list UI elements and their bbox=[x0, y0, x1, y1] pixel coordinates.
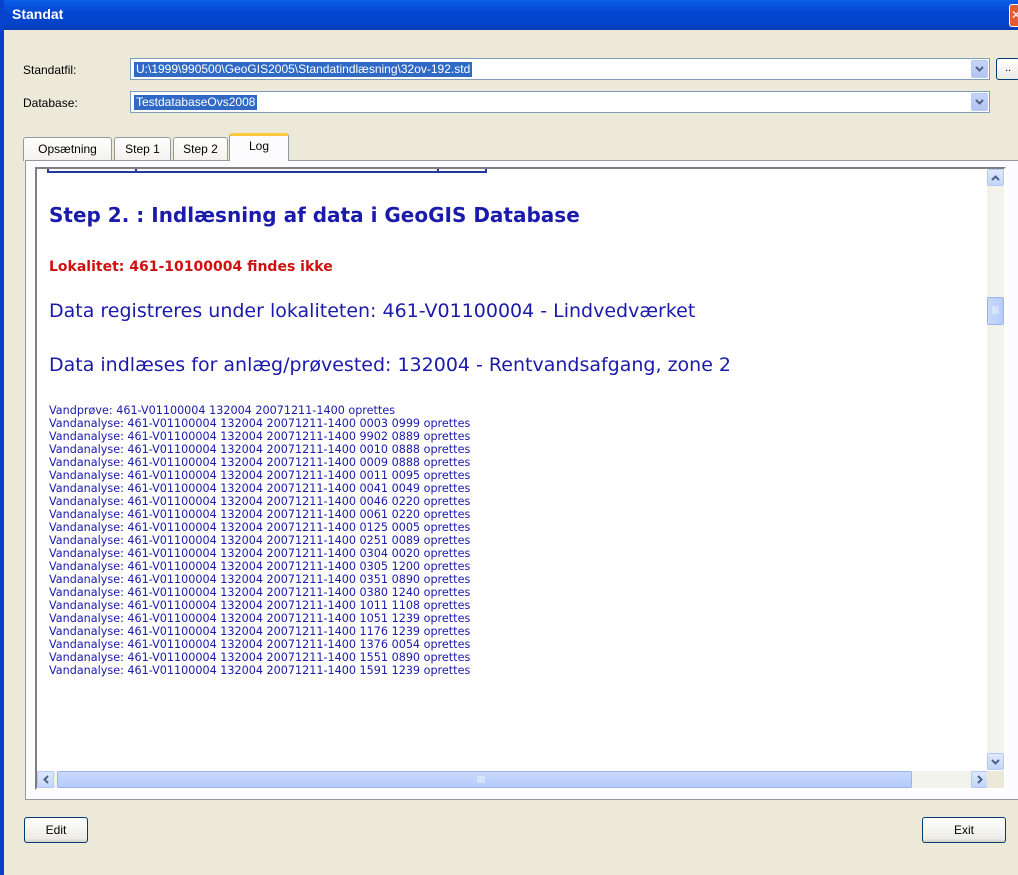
scroll-up-button[interactable] bbox=[987, 169, 1004, 186]
standatfil-combo[interactable]: U:\1999\990500\GeoGIS2005\Standatindlæsn… bbox=[130, 58, 990, 80]
log-entry: Vandanalyse: 461-V01100004 132004 200712… bbox=[49, 521, 471, 534]
exit-button[interactable]: Exit bbox=[922, 817, 1006, 843]
vertical-scroll-thumb[interactable] bbox=[987, 297, 1004, 325]
log-site-line: Data indlæses for anlæg/prøvested: 13200… bbox=[49, 354, 732, 376]
log-entry: Vandanalyse: 461-V01100004 132004 200712… bbox=[49, 508, 471, 521]
scrollbar-corner bbox=[987, 771, 1004, 788]
database-label: Database: bbox=[23, 96, 78, 110]
log-entries: Vandprøve: 461-V01100004 132004 20071211… bbox=[49, 404, 470, 677]
arrow-up-icon bbox=[991, 174, 1000, 181]
log-entry: Vandanalyse: 461-V01100004 132004 200712… bbox=[49, 651, 471, 664]
log-entry: Vandanalyse: 461-V01100004 132004 200712… bbox=[49, 495, 471, 508]
log-entry: Vandanalyse: 461-V01100004 132004 200712… bbox=[49, 586, 471, 599]
log-entry: Vandanalyse: 461-V01100004 132004 200712… bbox=[49, 534, 471, 547]
arrow-right-icon bbox=[976, 775, 983, 784]
log-entry: Vandanalyse: 461-V01100004 132004 200712… bbox=[49, 482, 471, 495]
edit-button[interactable]: Edit bbox=[24, 817, 88, 843]
title-bar[interactable]: Standat ✕ bbox=[4, 0, 1018, 30]
log-entry: Vandanalyse: 461-V01100004 132004 200712… bbox=[49, 469, 471, 482]
database-dropdown-button[interactable] bbox=[971, 93, 988, 111]
log-content: Step 2. : Indlæsning af data i GeoGIS Da… bbox=[37, 169, 988, 770]
log-entry: Vandanalyse: 461-V01100004 132004 200712… bbox=[49, 573, 471, 586]
table-border-remnant bbox=[47, 169, 487, 173]
log-entry: Vandanalyse: 461-V01100004 132004 200712… bbox=[49, 612, 471, 625]
tab-opsaetning[interactable]: Opsætning bbox=[23, 137, 112, 161]
scroll-down-button[interactable] bbox=[987, 753, 1004, 770]
arrow-down-icon bbox=[991, 758, 1000, 765]
log-entry: Vandanalyse: 461-V01100004 132004 200712… bbox=[49, 430, 471, 443]
standatfil-value: U:\1999\990500\GeoGIS2005\Standatindlæsn… bbox=[134, 62, 473, 77]
log-entry: Vandanalyse: 461-V01100004 132004 200712… bbox=[49, 599, 471, 612]
log-view[interactable]: Step 2. : Indlæsning af data i GeoGIS Da… bbox=[35, 167, 1006, 790]
standatfil-label: Standatfil: bbox=[23, 63, 77, 77]
standat-window: Standat ✕ Standatfil: U:\1999\990500\Geo… bbox=[0, 0, 1018, 875]
log-locality-line: Data registreres under lokaliteten: 461-… bbox=[49, 300, 696, 322]
log-entry: Vandanalyse: 461-V01100004 132004 200712… bbox=[49, 664, 471, 677]
log-entry: Vandanalyse: 461-V01100004 132004 200712… bbox=[49, 638, 471, 651]
tab-step-2[interactable]: Step 2 bbox=[173, 137, 228, 161]
window-title: Standat bbox=[12, 6, 64, 22]
database-combo[interactable]: TestdatabaseOvs2008 bbox=[130, 91, 990, 113]
grip-icon bbox=[992, 306, 999, 314]
log-entry: Vandprøve: 461-V01100004 132004 20071211… bbox=[49, 404, 396, 417]
table-border-divider bbox=[437, 169, 439, 172]
scroll-left-button[interactable] bbox=[37, 771, 54, 788]
log-entry: Vandanalyse: 461-V01100004 132004 200712… bbox=[49, 560, 471, 573]
table-border-divider bbox=[135, 169, 137, 172]
arrow-left-icon bbox=[42, 775, 49, 784]
vertical-scrollbar[interactable] bbox=[987, 169, 1004, 770]
log-entry: Vandanalyse: 461-V01100004 132004 200712… bbox=[49, 417, 471, 430]
scroll-right-button[interactable] bbox=[971, 771, 988, 788]
tab-log[interactable]: Log bbox=[229, 133, 289, 161]
standatfil-dropdown-button[interactable] bbox=[971, 60, 988, 78]
chevron-down-icon bbox=[975, 66, 984, 72]
log-entry: Vandanalyse: 461-V01100004 132004 200712… bbox=[49, 625, 471, 638]
log-entry: Vandanalyse: 461-V01100004 132004 200712… bbox=[49, 547, 471, 560]
log-warning: Lokalitet: 461-10100004 findes ikke bbox=[49, 259, 333, 275]
grip-icon bbox=[477, 776, 485, 783]
database-value: TestdatabaseOvs2008 bbox=[134, 95, 258, 110]
chevron-down-icon bbox=[975, 99, 984, 105]
horizontal-scrollbar[interactable] bbox=[37, 771, 988, 788]
log-entry: Vandanalyse: 461-V01100004 132004 200712… bbox=[49, 456, 471, 469]
close-button[interactable]: ✕ bbox=[1009, 4, 1018, 27]
log-heading: Step 2. : Indlæsning af data i GeoGIS Da… bbox=[49, 203, 580, 227]
tab-step-1[interactable]: Step 1 bbox=[114, 137, 171, 161]
browse-button[interactable]: .. bbox=[996, 58, 1018, 80]
log-entry: Vandanalyse: 461-V01100004 132004 200712… bbox=[49, 443, 471, 456]
horizontal-scroll-thumb[interactable] bbox=[57, 771, 912, 788]
close-icon: ✕ bbox=[1011, 8, 1018, 22]
